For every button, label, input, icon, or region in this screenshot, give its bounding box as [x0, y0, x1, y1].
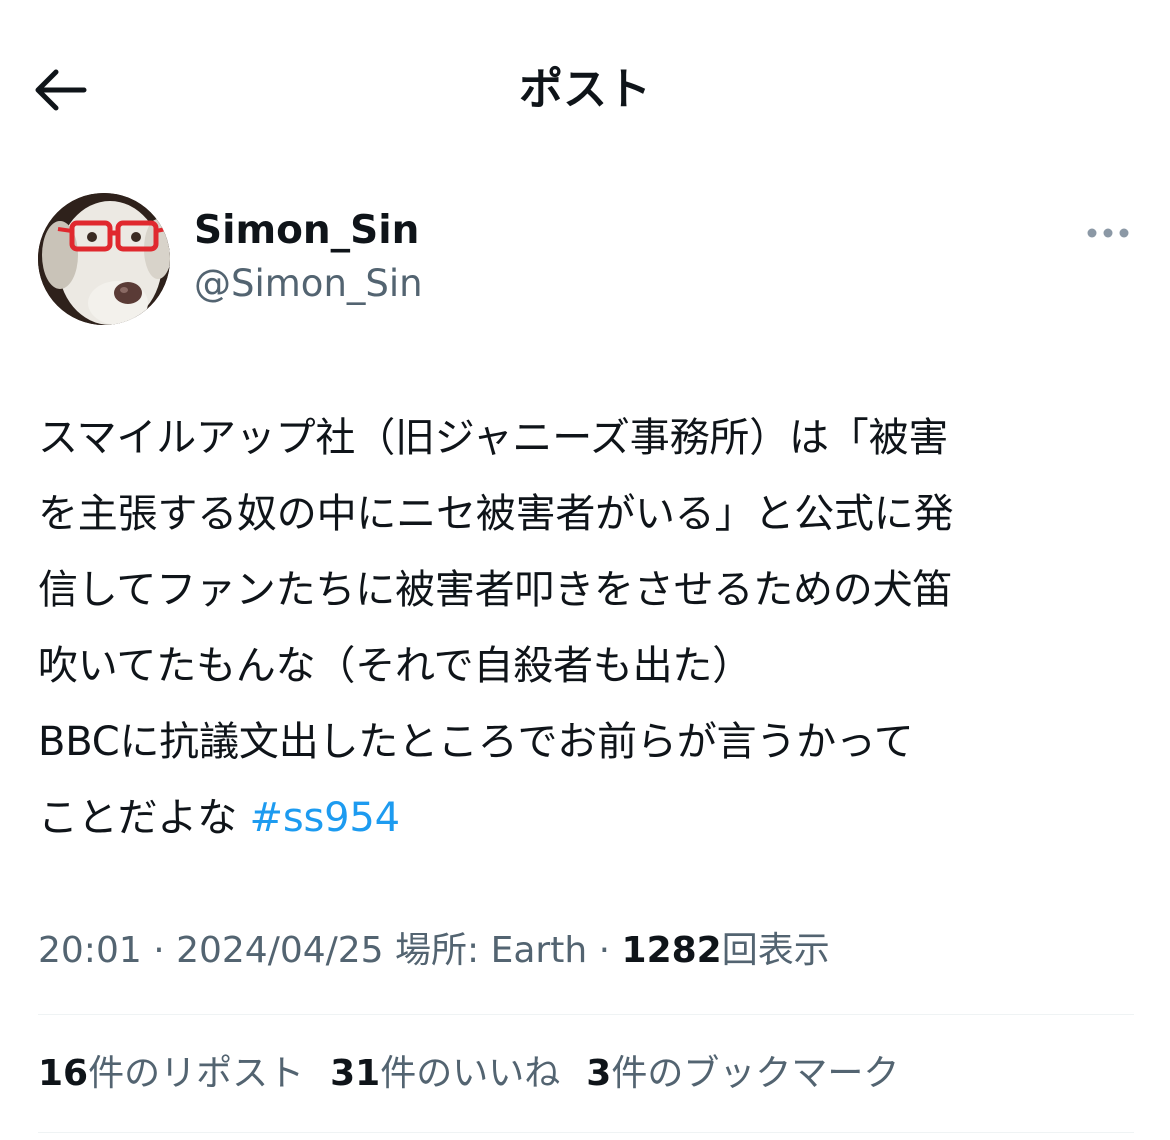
- more-dots-icon: [1086, 224, 1130, 243]
- bookmarks-stat[interactable]: 3件のブックマーク: [586, 1046, 899, 1102]
- meta-separator: ·: [587, 930, 622, 971]
- likes-count: 31: [330, 1053, 381, 1094]
- hashtag-link[interactable]: #ss954: [250, 795, 401, 841]
- tweet-text-tail: ことだよな: [38, 795, 250, 841]
- tweet-text-line: ことだよな #ss954: [38, 780, 1138, 856]
- tweet-text-line: を主張する奴の中にニセ被害者がいる」と公式に発: [38, 491, 954, 537]
- meta-separator: ·: [141, 930, 177, 971]
- views-label: 回表示: [721, 930, 830, 971]
- author-display-name[interactable]: Simon_Sin: [194, 207, 419, 255]
- avatar[interactable]: [38, 193, 170, 325]
- tweet-location: 場所: Earth: [395, 930, 588, 971]
- dog-avatar-image: [38, 193, 170, 325]
- tweet-time[interactable]: 20:01: [38, 930, 142, 971]
- tweet-text-line: BBCに抗議文出したところでお前らが言うかって: [38, 719, 914, 765]
- more-options-button[interactable]: [1078, 215, 1138, 251]
- reposts-stat[interactable]: 16件のリポスト: [38, 1046, 304, 1102]
- page-title: ポスト: [519, 64, 651, 115]
- likes-stat[interactable]: 31件のいいね: [330, 1046, 560, 1102]
- likes-label: 件のいいね: [380, 1053, 561, 1094]
- author-handle[interactable]: @Simon_Sin: [194, 261, 423, 307]
- reposts-label: 件のリポスト: [88, 1053, 305, 1094]
- arrow-left-icon: [32, 68, 88, 116]
- views-count: 1282: [621, 930, 722, 971]
- tweet-text: スマイルアップ社（旧ジャニーズ事務所）は「被害 を主張する奴の中にニセ被害者がいる…: [38, 400, 1138, 856]
- tweet-text-line: 信してファンたちに被害者叩きをさせるための犬笛: [38, 567, 953, 613]
- tweet-meta: 20:01 · 2024/04/25 場所: Earth · 1282回表示: [38, 923, 1138, 979]
- bookmarks-label: 件のブックマーク: [611, 1053, 900, 1094]
- divider: [38, 1014, 1134, 1015]
- top-bar: ポスト: [0, 0, 1170, 180]
- engagement-stats: 16件のリポスト 31件のいいね 3件のブックマーク: [38, 1046, 1138, 1102]
- tweet-author: Simon_Sin @Simon_Sin: [38, 193, 1138, 329]
- bookmarks-count: 3: [586, 1053, 612, 1094]
- divider: [38, 1132, 1134, 1133]
- back-button[interactable]: [28, 62, 92, 122]
- tweet-text-line: スマイルアップ社（旧ジャニーズ事務所）は「被害: [38, 415, 949, 461]
- tweet-text-line: 吹いてたもんな（それで自殺者も出た）: [38, 643, 752, 689]
- reposts-count: 16: [38, 1053, 89, 1094]
- tweet-date[interactable]: 2024/04/25: [176, 930, 384, 971]
